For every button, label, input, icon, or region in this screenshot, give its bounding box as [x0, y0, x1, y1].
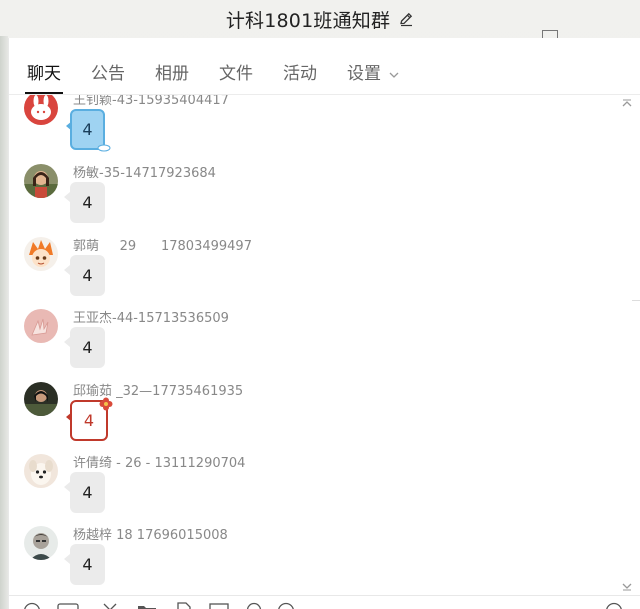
tab-activity[interactable]: 活动 [283, 59, 317, 94]
message-item: 邱瑜茹 _32—17735461935 4 [9, 378, 609, 450]
tab-label: 文件 [219, 64, 253, 84]
tab-chat[interactable]: 聊天 [25, 59, 63, 94]
tab-settings[interactable]: 设置 [347, 59, 400, 94]
scissors-icon[interactable] [101, 602, 119, 609]
chevron-down-icon [388, 66, 400, 78]
tab-label: 活动 [283, 64, 317, 84]
avatar[interactable] [24, 454, 58, 488]
message-item: 许倩绮 - 26 - 13111290704 4 [9, 450, 609, 522]
sender-name: 王钊颖-43-15935404417 [73, 95, 229, 108]
image-icon[interactable] [209, 602, 229, 609]
message-item: 郭萌 29 17803499497 4 [9, 233, 609, 305]
chevron-down-icon[interactable] [621, 577, 633, 591]
message-text: 4 [82, 193, 93, 212]
background-strip [0, 36, 8, 609]
message-bubble[interactable]: 4 [64, 544, 105, 585]
avatar[interactable] [24, 382, 58, 416]
tab-files[interactable]: 文件 [219, 59, 253, 94]
message-text: 4 [82, 483, 93, 502]
group-chat-window: 计科1801班通知群 聊天 公告 相册 文件 活动 设置 王钊颖-43-1593… [0, 0, 640, 609]
screenshot-icon[interactable] [57, 602, 79, 609]
message-bubble[interactable]: 4 [66, 397, 113, 441]
message-bubble[interactable]: 4 [64, 182, 105, 223]
folder-icon[interactable] [137, 602, 156, 609]
tab-announcement[interactable]: 公告 [91, 59, 125, 94]
main-panel: 聊天 公告 相册 文件 活动 设置 王钊颖-43-15935404417 4 杨… [8, 38, 640, 609]
message-item: 王亚杰-44-15713536509 4 [9, 305, 609, 377]
chevron-up-icon[interactable] [621, 95, 633, 107]
message-bubble[interactable]: 4 [66, 109, 111, 152]
message-text: 4 [83, 411, 95, 430]
window-title: 计科1801班通知群 [225, 9, 391, 32]
avatar[interactable] [24, 309, 58, 343]
message-text: 4 [82, 266, 93, 285]
sender-name: 杨敏-35-14717923684 [73, 166, 216, 181]
input-toolbar [9, 595, 640, 609]
cloud-decoration-icon [97, 138, 111, 152]
avatar[interactable] [24, 164, 58, 198]
avatar[interactable] [24, 95, 58, 125]
message-item: 杨越梓 18 17696015008 4 [9, 522, 609, 594]
avatar[interactable] [24, 526, 58, 560]
history-icon[interactable] [605, 602, 623, 609]
tab-label: 公告 [91, 64, 125, 84]
sender-name: 郭萌 29 17803499497 [73, 239, 252, 254]
tab-bar: 聊天 公告 相册 文件 活动 设置 [9, 38, 640, 94]
tab-label: 相册 [155, 64, 189, 84]
flower-decoration-icon [99, 396, 113, 411]
message-item: 王钊颖-43-15935404417 4 [9, 95, 609, 159]
microphone-icon[interactable] [245, 602, 263, 609]
message-text: 4 [82, 555, 93, 574]
pencil-icon[interactable] [398, 11, 414, 27]
tab-label: 聊天 [27, 64, 61, 84]
sender-name: 王亚杰-44-15713536509 [73, 311, 229, 326]
avatar[interactable] [24, 237, 58, 271]
more-icon[interactable] [277, 602, 295, 609]
message-bubble[interactable]: 4 [64, 327, 105, 368]
sender-name: 许倩绮 - 26 - 13111290704 [73, 456, 246, 471]
message-bubble[interactable]: 4 [64, 255, 105, 296]
tab-album[interactable]: 相册 [155, 59, 189, 94]
message-item: 杨敏-35-14717923684 4 [9, 160, 609, 232]
message-text: 4 [82, 120, 93, 139]
message-list[interactable]: 王钊颖-43-15935404417 4 杨敏-35-14717923684 4… [9, 95, 640, 595]
emoji-icon[interactable] [23, 602, 41, 609]
file-icon[interactable] [175, 602, 193, 609]
sender-name: 杨越梓 18 17696015008 [73, 528, 228, 543]
tab-label: 设置 [347, 64, 381, 84]
message-bubble[interactable]: 4 [64, 472, 105, 513]
panel-divider [632, 300, 640, 301]
message-text: 4 [82, 338, 93, 357]
